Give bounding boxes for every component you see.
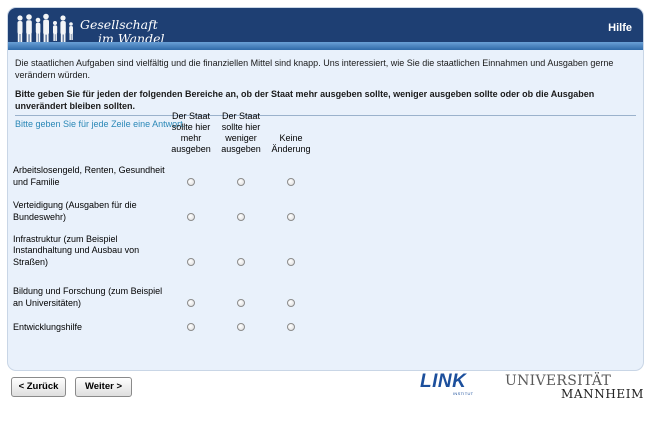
radio-button-icon[interactable] xyxy=(237,258,245,266)
header-accent-band xyxy=(8,42,643,50)
radio-button-icon[interactable] xyxy=(287,299,295,307)
radio-button-icon[interactable] xyxy=(287,323,295,331)
header-bar: Gesellschaft im Wandel Hilfe xyxy=(8,8,643,50)
radio-button-icon[interactable] xyxy=(187,213,195,221)
link-logo-subtext: INSTITUT xyxy=(453,391,474,396)
radio-cell xyxy=(266,223,316,268)
grid-row: Bildung und Forschung (zum Beispiel an U… xyxy=(13,268,316,309)
grid-row: Entwicklungshilfe xyxy=(13,309,316,333)
column-header-less: Der Staat sollte hier weniger ausgeben xyxy=(221,111,261,154)
radio-button-icon[interactable] xyxy=(237,213,245,221)
link-logo-text: LINK xyxy=(420,371,467,392)
row-label: Entwicklungshilfe xyxy=(13,321,83,332)
radio-cell xyxy=(166,309,216,333)
radio-cell xyxy=(216,188,266,223)
radio-button-icon[interactable] xyxy=(187,258,195,266)
radio-cell xyxy=(266,309,316,333)
row-label: Arbeitslosengeld, Renten, Gesundheit und… xyxy=(13,165,165,187)
radio-button-icon[interactable] xyxy=(237,323,245,331)
radio-cell xyxy=(166,223,216,268)
university-logo-line-1: UNIVERSITÄT xyxy=(505,373,612,389)
link-institut-logo: LINK INSTITUT xyxy=(420,371,480,396)
column-header-no-change: Keine Änderung xyxy=(271,133,311,154)
radio-cell xyxy=(266,268,316,309)
radio-cell xyxy=(166,268,216,309)
radio-cell xyxy=(216,268,266,309)
radio-button-icon[interactable] xyxy=(237,299,245,307)
help-link[interactable]: Hilfe xyxy=(608,22,632,34)
grid-row: Arbeitslosengeld, Renten, Gesundheit und… xyxy=(13,155,316,188)
radio-button-icon[interactable] xyxy=(187,323,195,331)
radio-cell xyxy=(166,188,216,223)
radio-cell xyxy=(216,309,266,333)
people-silhouettes-icon xyxy=(17,13,73,45)
radio-button-icon[interactable] xyxy=(237,178,245,186)
grid-corner xyxy=(13,109,166,155)
radio-button-icon[interactable] xyxy=(187,299,195,307)
radio-button-icon[interactable] xyxy=(287,258,295,266)
grid-header-row: Der Staat sollte hier mehr ausgeben Der … xyxy=(13,109,316,155)
column-header-more: Der Staat sollte hier mehr ausgeben xyxy=(171,111,211,154)
university-logo-line-2: MANNHEIM xyxy=(561,387,645,401)
row-label: Verteidigung (Ausgaben für die Bundesweh… xyxy=(13,200,137,222)
grid-row: Verteidigung (Ausgaben für die Bundesweh… xyxy=(13,188,316,223)
radio-cell xyxy=(266,188,316,223)
back-button[interactable]: < Zurück xyxy=(11,377,66,397)
row-label: Infrastruktur (zum Beispiel Instandhaltu… xyxy=(13,233,140,267)
row-label: Bildung und Forschung (zum Beispiel an U… xyxy=(13,286,163,308)
radio-cell xyxy=(266,155,316,188)
logo-line-1: Gesellschaft xyxy=(80,17,158,32)
radio-cell xyxy=(166,155,216,188)
question-grid: Der Staat sollte hier mehr ausgeben Der … xyxy=(13,109,316,333)
survey-panel: Gesellschaft im Wandel Hilfe Die staatli… xyxy=(8,8,643,370)
radio-cell xyxy=(216,223,266,268)
radio-button-icon[interactable] xyxy=(287,178,295,186)
radio-cell xyxy=(216,155,266,188)
intro-text: Die staatlichen Aufgaben sind vielfältig… xyxy=(15,58,614,80)
radio-button-icon[interactable] xyxy=(187,178,195,186)
radio-button-icon[interactable] xyxy=(287,213,295,221)
grid-row: Infrastruktur (zum Beispiel Instandhaltu… xyxy=(13,223,316,268)
next-button[interactable]: Weiter > xyxy=(75,377,132,397)
university-mannheim-logo: UNIVERSITÄT MANNHEIM xyxy=(505,374,644,400)
